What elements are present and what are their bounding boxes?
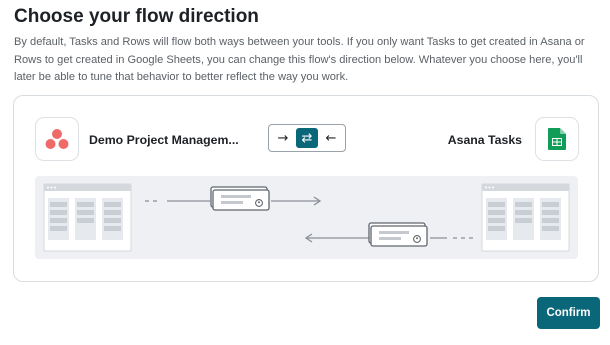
board-left-icon — [43, 183, 132, 252]
direction-two-way-button[interactable]: ⇄ — [296, 128, 318, 148]
flow-direction-card: Demo Project Managem... → ⇄ ← Asana Task… — [13, 95, 599, 282]
left-app-tile — [35, 117, 79, 161]
direction-right-to-left-button[interactable]: ← — [320, 128, 342, 148]
google-sheets-icon — [548, 128, 566, 150]
board-right-icon — [481, 183, 570, 252]
page-title: Choose your flow direction — [14, 6, 259, 27]
direction-toggle: → ⇄ ← — [268, 124, 346, 152]
record-card-icon — [210, 186, 270, 211]
right-app-tile — [535, 117, 579, 161]
flow-illustration-graphic — [43, 183, 570, 252]
left-app-name: Demo Project Managem... — [89, 133, 239, 147]
flow-illustration — [35, 176, 578, 259]
record-card-icon — [368, 222, 428, 247]
asana-logo-icon — [45, 129, 69, 149]
direction-left-to-right-button[interactable]: → — [272, 128, 294, 148]
right-app-name: Asana Tasks — [447, 133, 522, 147]
confirm-button[interactable]: Confirm — [537, 297, 600, 329]
page-description: By default, Tasks and Rows will flow bot… — [14, 36, 585, 84]
